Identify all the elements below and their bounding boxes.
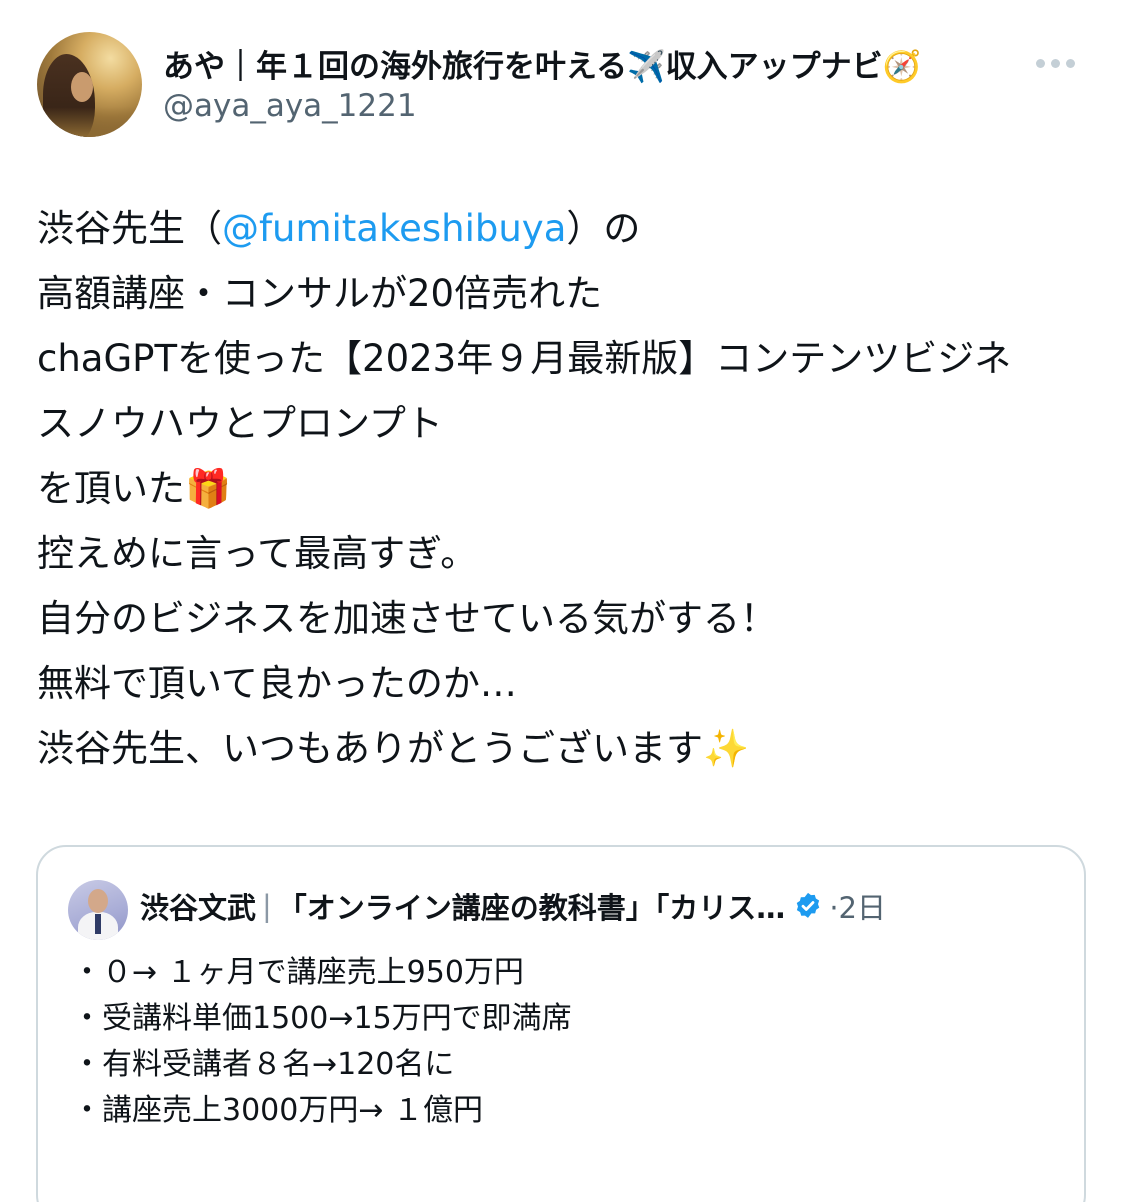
quoted-author-name[interactable]: 渋谷文武 — [140, 885, 256, 927]
tweet-line: chaGPTを使った【2023年９月最新版】コンテンツビジネ — [37, 337, 1012, 380]
avatar-background — [37, 107, 142, 137]
tweet-line: 渋谷先生、いつもありがとうございます✨ — [37, 727, 750, 770]
tweet-line: 無料で頂いて良かったのか… — [37, 662, 517, 705]
quoted-tweet-text: ・０→ １ヶ月で講座売上950万円 ・受講料単価1500→15万円で即満席 ・有… — [72, 950, 572, 1134]
verified-badge-icon — [797, 892, 820, 918]
quoted-line: ・有料受講者８名→120名に — [72, 1047, 455, 1082]
tweet-line: 自分のビジネスを加速させている気がする！ — [37, 597, 777, 640]
avatar-face — [71, 72, 93, 102]
name-separator: | — [262, 889, 272, 923]
quoted-tweet-header: 渋谷文武 | 「オンライン講座の教科書」「カリス… ·2日 — [140, 884, 886, 928]
tweet-view: あや｜年１回の海外旅行を叶える✈️収入アップナビ🧭 @aya_aya_1221 … — [0, 0, 1125, 1202]
quoted-line: ・受講料単価1500→15万円で即満席 — [72, 1001, 572, 1036]
author-display-name[interactable]: あや｜年１回の海外旅行を叶える✈️収入アップナビ🧭 — [163, 40, 921, 86]
more-options-icon — [1036, 58, 1075, 68]
tweet-line: 渋谷先生（@fumitakeshibuya）の — [37, 196, 1097, 261]
quoted-line: ・０→ １ヶ月で講座売上950万円 — [72, 955, 524, 990]
quoted-author-title[interactable]: 「オンライン講座の教科書」「カリス… — [278, 885, 786, 927]
tweet-line: を頂いた🎁 — [37, 467, 232, 510]
quoted-line: ・講座売上3000万円→ １億円 — [72, 1093, 484, 1128]
more-options-button[interactable] — [1036, 46, 1092, 80]
mention-link[interactable]: @fumitakeshibuya — [222, 207, 566, 250]
author-handle[interactable]: @aya_aya_1221 — [163, 88, 417, 124]
tweet-line: スノウハウとプロンプト — [37, 402, 443, 445]
quoted-tweet-time[interactable]: ·2日 — [829, 885, 886, 927]
tweet-line-suffix: ）の — [566, 207, 641, 250]
tweet-line: 控えめに言って最高すぎ。 — [37, 532, 478, 575]
tweet-text: 渋谷先生（@fumitakeshibuya）の 高額講座・コンサルが20倍売れた… — [37, 196, 1097, 781]
tweet-line-prefix: 渋谷先生（ — [37, 207, 222, 250]
quoted-author-avatar[interactable] — [68, 880, 128, 940]
author-avatar[interactable] — [37, 32, 142, 137]
tweet-line: 高額講座・コンサルが20倍売れた — [37, 272, 603, 315]
